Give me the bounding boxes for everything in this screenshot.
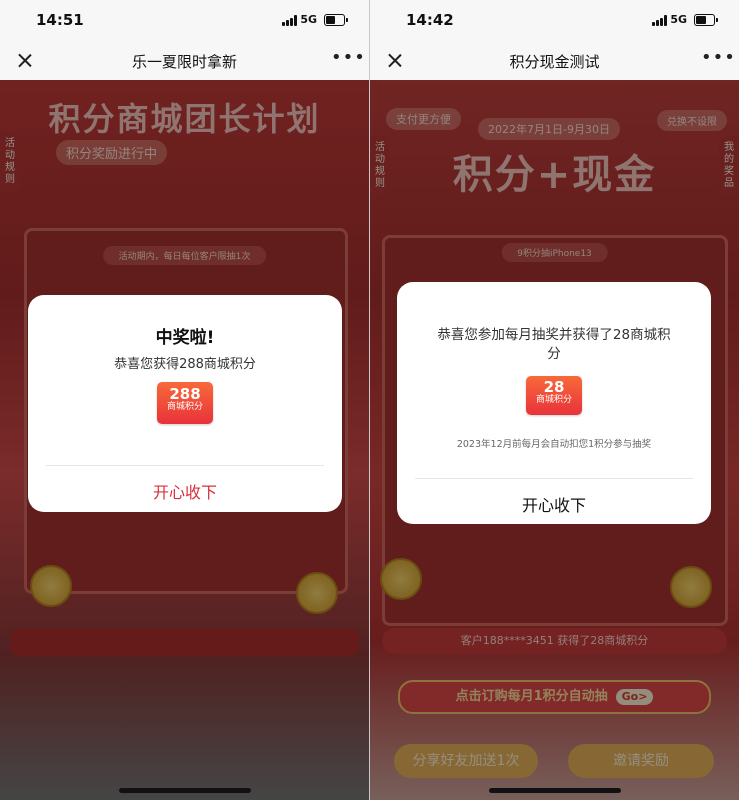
coupon-value: 288 [169, 385, 201, 403]
coupon-unit: 商城积分 [535, 395, 572, 405]
home-indicator[interactable] [488, 788, 621, 793]
page-title: 乐一夏限时拿新 [131, 53, 237, 71]
page-title: 积分现金测试 [509, 53, 600, 71]
signal-icon [652, 15, 669, 26]
battery-icon [694, 14, 718, 26]
status-bar: 14:42 5G [370, 0, 739, 40]
battery-icon [324, 14, 348, 26]
coupon-unit: 商城积分 [166, 402, 203, 412]
dialog-divider [46, 465, 324, 466]
network-label: 5G [670, 13, 687, 26]
right-phone-screen: 14:42 5G 积分现金测试 ••• 支付更方便 兑换不设限 2022年7月1… [370, 0, 739, 800]
nav-bar: 积分现金测试 ••• [370, 40, 739, 80]
left-phone-screen: 14:51 5G 乐一夏限时拿新 ••• 积分商城团长计划 积分奖励进行中 活动… [0, 0, 369, 800]
dialog-title: 中奖啦! [155, 328, 215, 348]
more-icon[interactable]: ••• [701, 49, 735, 69]
dialog-message: 恭喜您参加每月抽奖并获得了28商城积分 [437, 327, 671, 362]
close-icon[interactable] [14, 50, 36, 72]
status-time: 14:42 [406, 11, 454, 29]
prize-dialog: 恭喜您参加每月抽奖并获得了28商城积分 28 商城积分 2023年12月前每月会… [397, 282, 711, 524]
dialog-message: 恭喜您获得288商城积分 [114, 357, 256, 372]
network-label: 5G [300, 13, 317, 26]
accept-button[interactable]: 开心收下 [28, 479, 342, 503]
dialog-footnote: 2023年12月前每月会自动扣您1积分参与抽奖 [456, 439, 652, 450]
points-coupon: 28 商城积分 [526, 376, 582, 415]
prize-dialog: 中奖啦! 恭喜您获得288商城积分 288 商城积分 开心收下 [28, 295, 342, 512]
signal-icon [282, 15, 299, 26]
dialog-divider [415, 478, 693, 479]
close-icon[interactable] [384, 50, 406, 72]
more-icon[interactable]: ••• [331, 49, 365, 69]
coupon-value: 28 [543, 378, 565, 396]
status-bar: 14:51 5G [0, 0, 369, 40]
points-coupon: 288 商城积分 [157, 382, 213, 424]
accept-button[interactable]: 开心收下 [397, 492, 711, 516]
status-time: 14:51 [36, 11, 84, 29]
home-indicator[interactable] [118, 788, 251, 793]
nav-bar: 乐一夏限时拿新 ••• [0, 40, 369, 80]
